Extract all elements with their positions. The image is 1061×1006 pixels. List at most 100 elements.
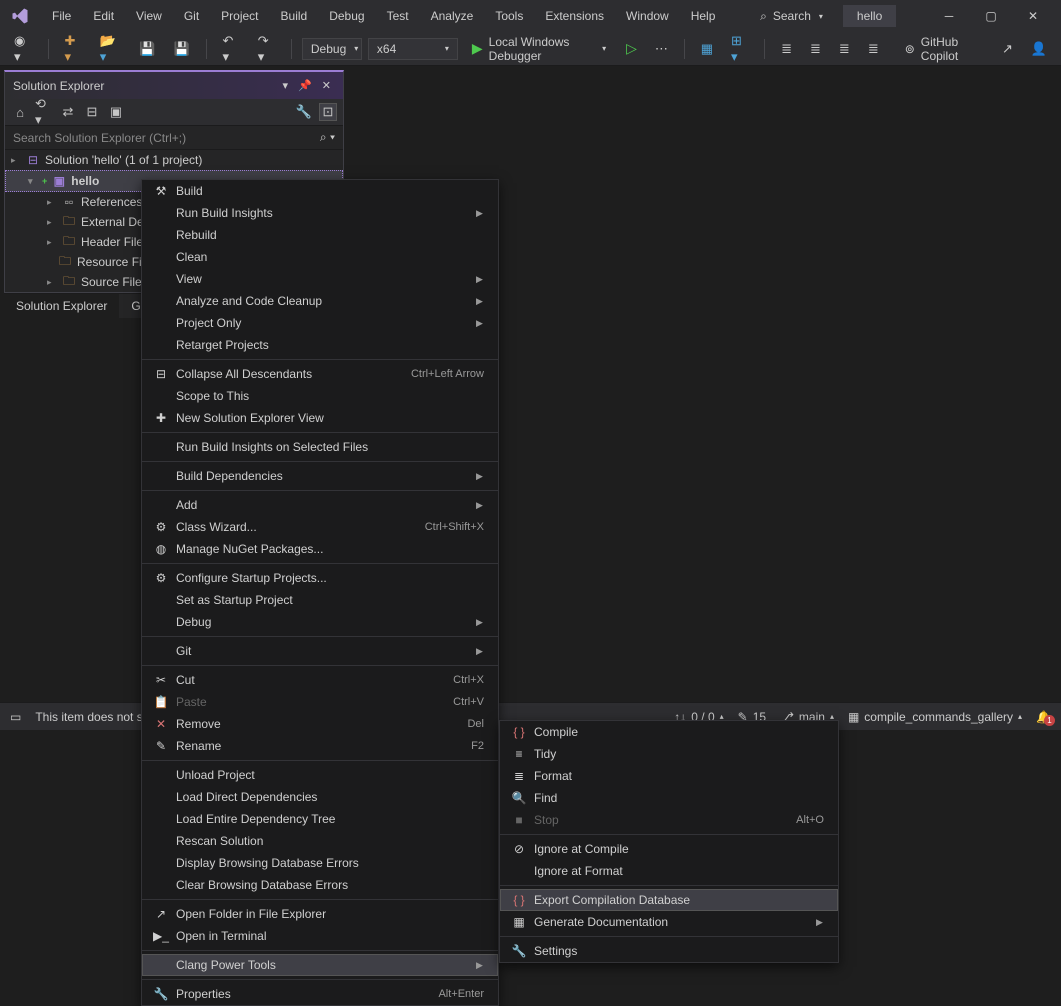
tb-icon-a[interactable]: ▦ xyxy=(695,37,719,61)
platform-dropdown[interactable]: x64▾ xyxy=(368,38,458,60)
panel-close-button[interactable]: ✕ xyxy=(318,77,335,94)
menu-analyze[interactable]: Analyze xyxy=(421,3,484,29)
maximize-button[interactable]: ▢ xyxy=(971,1,1011,31)
tb-indent-in[interactable]: ≣ xyxy=(804,37,827,61)
properties-icon[interactable]: 🔧 xyxy=(295,103,313,121)
open-button[interactable]: 📂 ▾ xyxy=(94,29,128,69)
ctx-item-rename[interactable]: ✎RenameF2 xyxy=(142,735,498,757)
menu-window[interactable]: Window xyxy=(616,3,679,29)
menu-edit[interactable]: Edit xyxy=(83,3,124,29)
menu-file[interactable]: File xyxy=(42,3,81,29)
menu-extensions[interactable]: Extensions xyxy=(535,3,614,29)
ctx-item-settings[interactable]: 🔧Settings xyxy=(500,940,838,962)
status-notifications[interactable]: 🔔 1 xyxy=(1036,710,1051,724)
ctx-item-build[interactable]: ⚒Build xyxy=(142,180,498,202)
menu-help[interactable]: Help xyxy=(681,3,726,29)
ctx-item-properties[interactable]: 🔧PropertiesAlt+Enter xyxy=(142,983,498,1005)
ctx-item-open-folder-in-file-explorer[interactable]: ↗Open Folder in File Explorer xyxy=(142,903,498,925)
tree-solution-root[interactable]: ▸⊟ Solution 'hello' (1 of 1 project) xyxy=(5,150,343,170)
ctx-item-new-solution-explorer-view[interactable]: ✚New Solution Explorer View xyxy=(142,407,498,429)
solution-search-input[interactable] xyxy=(13,131,320,145)
ctx-item-run-build-insights[interactable]: Run Build Insights▶ xyxy=(142,202,498,224)
ctx-item-unload-project[interactable]: Unload Project xyxy=(142,764,498,786)
tb-uncomment[interactable]: ≣ xyxy=(862,37,885,61)
close-button[interactable]: ✕ xyxy=(1013,1,1053,31)
tab-solution-explorer[interactable]: Solution Explorer xyxy=(4,293,119,318)
start-debugger-button[interactable]: ▶ Local Windows Debugger ▾ xyxy=(464,32,614,66)
save-all-button[interactable]: 💾 xyxy=(168,37,196,61)
ctx-item-set-as-startup-project[interactable]: Set as Startup Project xyxy=(142,589,498,611)
ctx-item-class-wizard-[interactable]: ⚙Class Wizard...Ctrl+Shift+X xyxy=(142,516,498,538)
ctx-item-format[interactable]: ≣Format xyxy=(500,765,838,787)
tb-misc-1[interactable]: ⋯ xyxy=(649,37,674,61)
new-item-button[interactable]: ✚ ▾ xyxy=(58,29,87,69)
refresh-icon[interactable]: ⟲ ▾ xyxy=(35,103,53,121)
ctx-item-open-in-terminal[interactable]: ▶_Open in Terminal xyxy=(142,925,498,947)
share-button[interactable]: ↗ xyxy=(996,37,1019,61)
ctx-item-load-direct-dependencies[interactable]: Load Direct Dependencies xyxy=(142,786,498,808)
ctx-item-run-build-insights-on-selected-files[interactable]: Run Build Insights on Selected Files xyxy=(142,436,498,458)
ctx-item-rescan-solution[interactable]: Rescan Solution xyxy=(142,830,498,852)
preview-icon[interactable]: ⊡ xyxy=(319,103,337,121)
solution-search[interactable]: ⌕ ▾ xyxy=(5,126,343,150)
ctx-item-configure-startup-projects-[interactable]: ⚙Configure Startup Projects... xyxy=(142,567,498,589)
ctx-item-rebuild[interactable]: Rebuild xyxy=(142,224,498,246)
context-menu[interactable]: ⚒BuildRun Build Insights▶RebuildCleanVie… xyxy=(141,179,499,1006)
config-dropdown[interactable]: Debug▾ xyxy=(302,38,362,60)
menu-debug[interactable]: Debug xyxy=(319,3,374,29)
home-icon[interactable]: ⌂ xyxy=(11,103,29,121)
ctx-item-view[interactable]: View▶ xyxy=(142,268,498,290)
back-button[interactable]: ◉ ▾ xyxy=(8,29,38,69)
ctx-item-generate-documentation[interactable]: ▦Generate Documentation▶ xyxy=(500,911,838,933)
panel-dropdown-button[interactable]: ▾ xyxy=(279,77,293,94)
ctx-item-load-entire-dependency-tree[interactable]: Load Entire Dependency Tree xyxy=(142,808,498,830)
ctx-item-debug[interactable]: Debug▶ xyxy=(142,611,498,633)
ctx-item-manage-nuget-packages-[interactable]: ◍Manage NuGet Packages... xyxy=(142,538,498,560)
menu-tools[interactable]: Tools xyxy=(485,3,533,29)
ctx-item-analyze-and-code-cleanup[interactable]: Analyze and Code Cleanup▶ xyxy=(142,290,498,312)
ctx-item-clear-browsing-database-errors[interactable]: Clear Browsing Database Errors xyxy=(142,874,498,896)
save-button[interactable]: 💾 xyxy=(133,37,161,61)
redo-button[interactable]: ↷ ▾ xyxy=(252,29,281,69)
ctx-item-compile[interactable]: { }Compile xyxy=(500,721,838,743)
menu-project[interactable]: Project xyxy=(211,3,268,29)
undo-button[interactable]: ↶ ▾ xyxy=(217,29,246,69)
sync-icon[interactable]: ⇄ xyxy=(59,103,77,121)
show-all-icon[interactable]: ▣ xyxy=(107,103,125,121)
ctx-item-display-browsing-database-errors[interactable]: Display Browsing Database Errors xyxy=(142,852,498,874)
account-button[interactable]: 👤 xyxy=(1025,37,1053,61)
search-icon[interactable]: ⌕ ▾ xyxy=(320,130,335,145)
menu-test[interactable]: Test xyxy=(377,3,419,29)
tb-icon-b[interactable]: ⊞ ▾ xyxy=(725,29,754,69)
ctx-item-add[interactable]: Add▶ xyxy=(142,494,498,516)
menu-view[interactable]: View xyxy=(126,3,172,29)
start-without-debug-button[interactable]: ▷ xyxy=(620,36,643,61)
ctx-item-ignore-at-format[interactable]: Ignore at Format xyxy=(500,860,838,882)
ctx-item-build-dependencies[interactable]: Build Dependencies▶ xyxy=(142,465,498,487)
ctx-item-retarget-projects[interactable]: Retarget Projects xyxy=(142,334,498,356)
search-box[interactable]: ⌕ Search ▾ xyxy=(750,5,833,28)
menu-git[interactable]: Git xyxy=(174,3,209,29)
ctx-item-scope-to-this[interactable]: Scope to This xyxy=(142,385,498,407)
context-submenu-clang[interactable]: { }Compile≡Tidy≣Format🔍Find■StopAlt+O⊘Ig… xyxy=(499,720,839,963)
collapse-all-icon[interactable]: ⊟ xyxy=(83,103,101,121)
ctx-item-collapse-all-descendants[interactable]: ⊟Collapse All DescendantsCtrl+Left Arrow xyxy=(142,363,498,385)
ctx-item-remove[interactable]: ✕RemoveDel xyxy=(142,713,498,735)
ctx-item-cut[interactable]: ✂CutCtrl+X xyxy=(142,669,498,691)
ctx-item-find[interactable]: 🔍Find xyxy=(500,787,838,809)
github-copilot-button[interactable]: ⊚ GitHub Copilot xyxy=(897,31,990,67)
status-repo[interactable]: ▦ compile_commands_gallery ▴ xyxy=(848,710,1022,724)
ctx-item-ignore-at-compile[interactable]: ⊘Ignore at Compile xyxy=(500,838,838,860)
ctx-item-export-compilation-database[interactable]: { }Export Compilation Database xyxy=(500,889,838,911)
ctx-item-clean[interactable]: Clean xyxy=(142,246,498,268)
ctx-item-git[interactable]: Git▶ xyxy=(142,640,498,662)
ctx-item-project-only[interactable]: Project Only▶ xyxy=(142,312,498,334)
minimize-button[interactable]: ─ xyxy=(929,1,969,31)
menu-build[interactable]: Build xyxy=(271,3,318,29)
panel-pin-button[interactable]: 📌 xyxy=(294,77,316,94)
ctx-item-tidy[interactable]: ≡Tidy xyxy=(500,743,838,765)
tb-indent-out[interactable]: ≣ xyxy=(775,37,798,61)
ctx-item-clang-power-tools[interactable]: Clang Power Tools▶ xyxy=(142,954,498,976)
tb-comment[interactable]: ≣ xyxy=(833,37,856,61)
solution-explorer-titlebar[interactable]: Solution Explorer ▾ 📌 ✕ xyxy=(5,72,343,99)
